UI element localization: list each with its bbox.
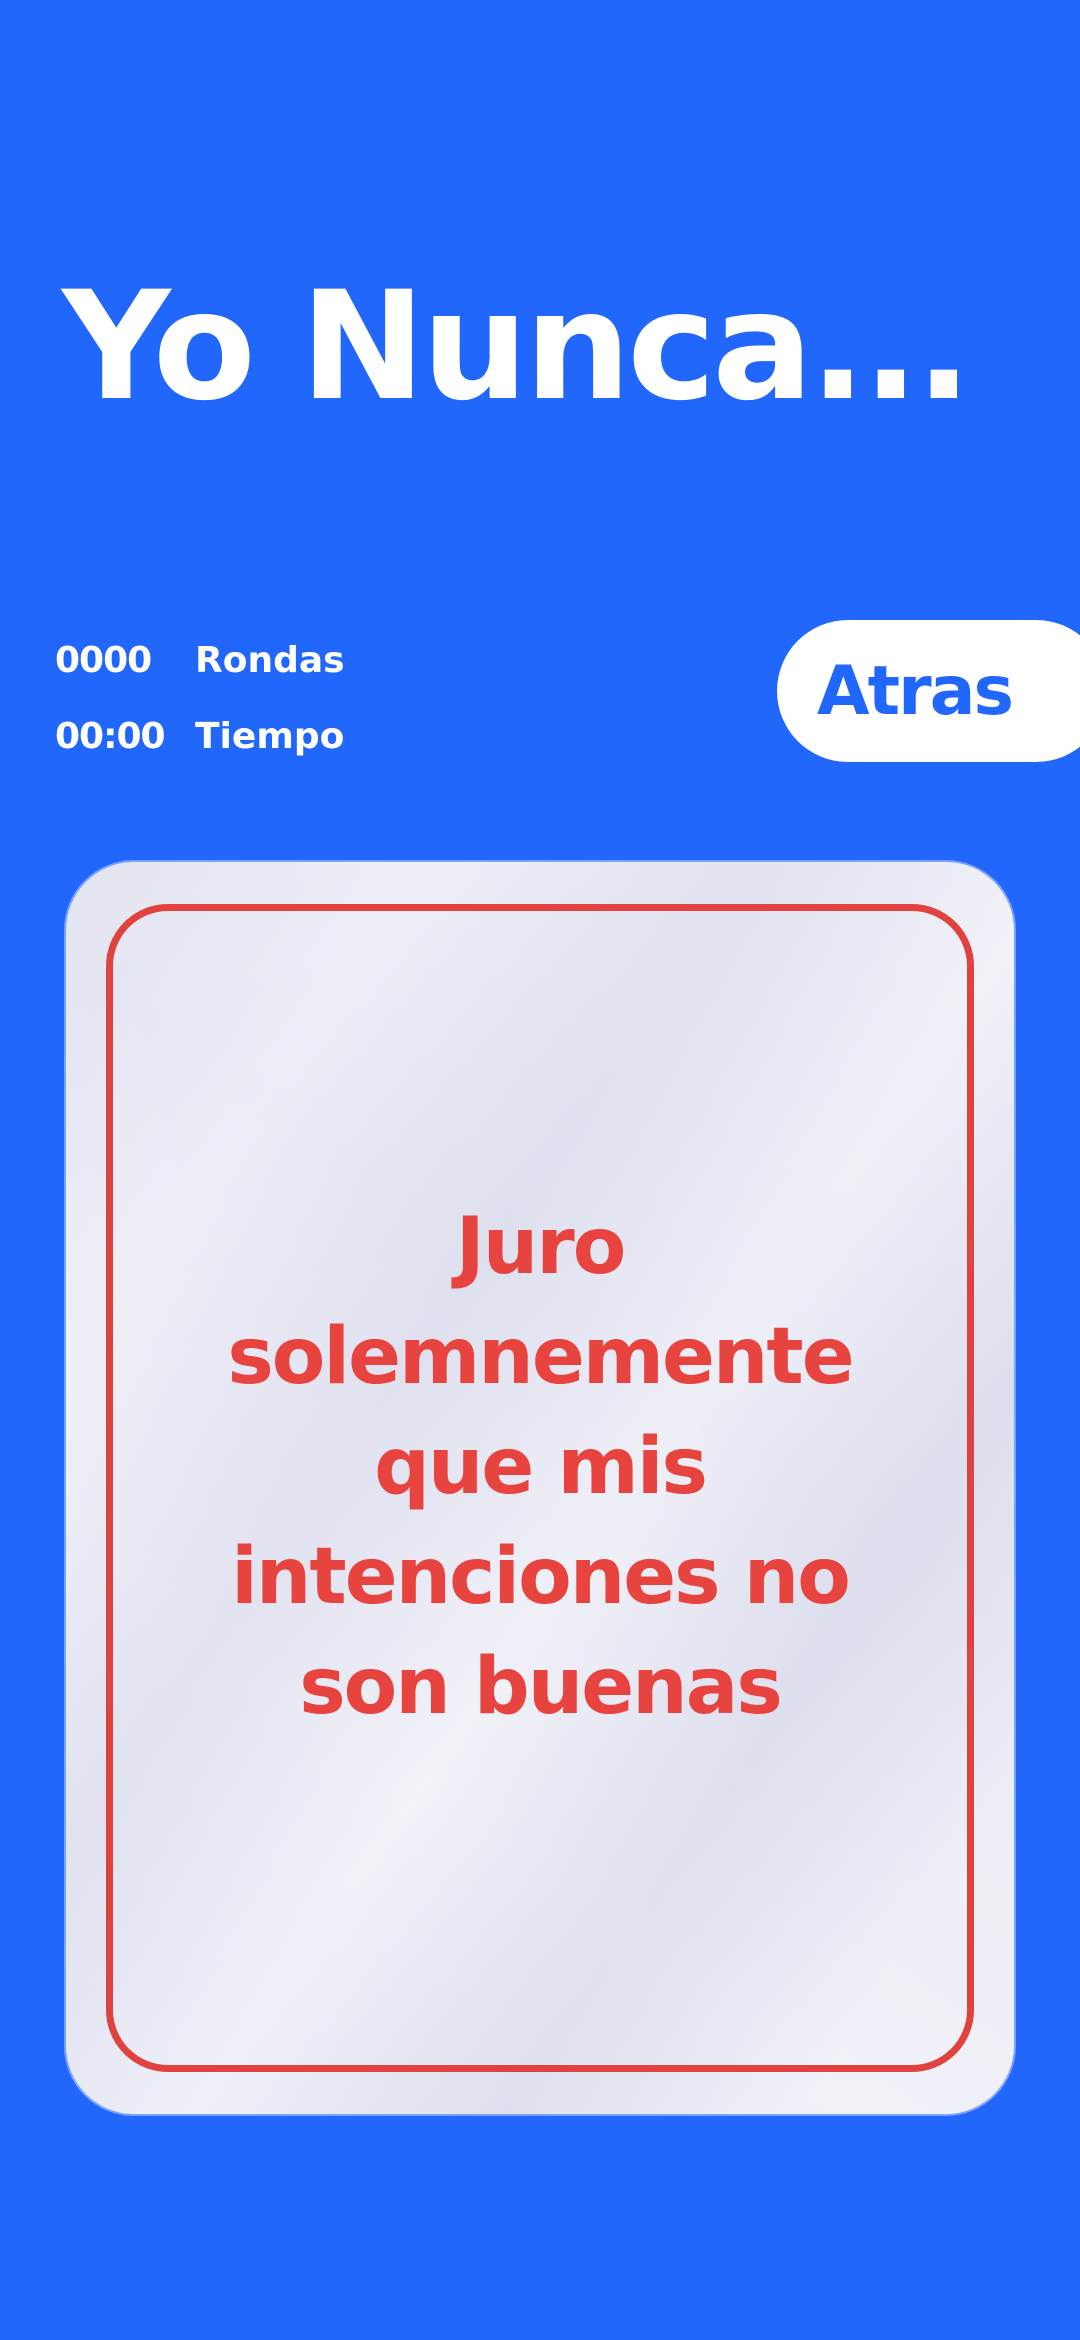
time-label: Tiempo bbox=[195, 715, 345, 757]
time-stat: 00:00 Tiempo bbox=[55, 706, 345, 766]
back-button[interactable]: Atras bbox=[777, 620, 1080, 762]
rounds-stat: 0000 Rondas bbox=[55, 630, 345, 690]
time-count: 00:00 bbox=[55, 715, 166, 757]
rounds-label: Rondas bbox=[195, 639, 345, 681]
rounds-count: 0000 bbox=[55, 639, 152, 681]
page-title: Yo Nunca... bbox=[62, 260, 972, 434]
game-stats: 0000 Rondas 00:00 Tiempo bbox=[55, 630, 345, 782]
question-card[interactable]: Juro solemnemente que mis intenciones no… bbox=[66, 862, 1014, 2114]
card-question-text: Juro solemnemente que mis intenciones no… bbox=[227, 1202, 854, 1732]
